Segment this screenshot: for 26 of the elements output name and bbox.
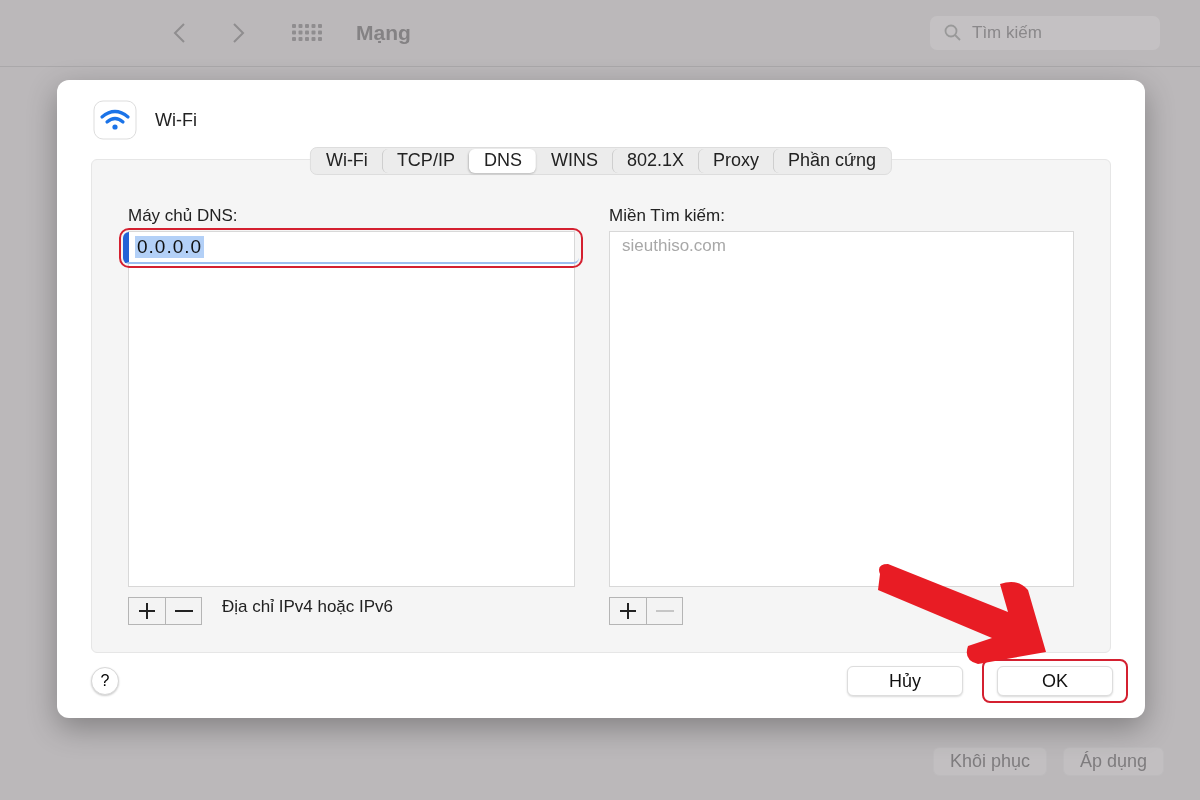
- back-icon[interactable]: [172, 22, 186, 44]
- search-field[interactable]: Tìm kiếm: [930, 16, 1160, 50]
- hint-text: Địa chỉ IPv4 hoặc IPv6: [222, 597, 394, 617]
- field-label: Miền Tìm kiếm:: [609, 206, 726, 226]
- plus-icon: [618, 601, 638, 621]
- help-button[interactable]: ?: [91, 667, 119, 695]
- tab[interactable]: 802.1X: [611, 149, 698, 173]
- tab[interactable]: TCP/IP: [381, 149, 469, 173]
- dialog-button[interactable]: Hủy: [847, 666, 963, 696]
- wifi-icon: [93, 100, 137, 140]
- dialog-button[interactable]: OK: [997, 666, 1113, 696]
- minus-icon: [174, 610, 193, 612]
- field-label: Máy chủ DNS:: [128, 206, 239, 226]
- tab[interactable]: DNS: [468, 149, 536, 173]
- forward-icon[interactable]: [232, 22, 246, 44]
- tab[interactable]: Proxy: [697, 149, 773, 173]
- plus-icon: [137, 601, 157, 621]
- tab[interactable]: Phần cứng: [773, 149, 891, 173]
- search-domain-list[interactable]: sieuthiso.com: [609, 231, 1074, 587]
- tab[interactable]: Wi-Fi: [311, 149, 382, 173]
- search-icon: [944, 24, 962, 42]
- grid-icon[interactable]: [292, 24, 322, 42]
- tab[interactable]: WINS: [535, 149, 612, 173]
- search-domain-input[interactable]: sieuthiso.com: [610, 232, 1073, 260]
- dialog-title: Wi-Fi: [155, 109, 197, 131]
- minus-icon: [655, 610, 674, 612]
